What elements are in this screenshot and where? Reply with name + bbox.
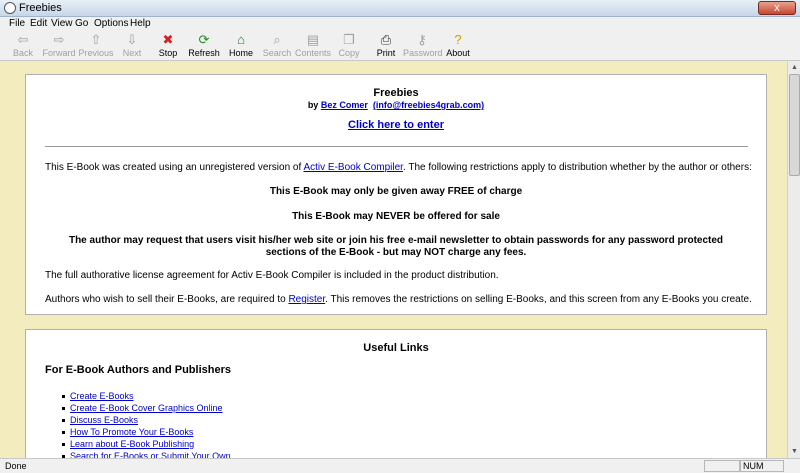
scroll-up-icon[interactable]: ▲: [789, 62, 800, 73]
toolbar-label: Copy: [338, 48, 360, 58]
restriction-panel: Freebies by Bez Comer (info@freebies4gra…: [25, 74, 767, 315]
menu-help[interactable]: Help: [130, 18, 151, 29]
links-list: Create E-Books Create E-Book Cover Graph…: [62, 390, 231, 462]
forward-arrow-icon: ⇨: [53, 32, 65, 47]
stop-button[interactable]: ✖ Stop: [149, 31, 187, 61]
compiler-link[interactable]: Activ E-Book Compiler: [303, 162, 402, 173]
window-title: Freebies: [19, 2, 62, 14]
status-text: Done: [5, 461, 27, 471]
app-icon: [4, 2, 16, 14]
restriction-passwords-line2: sections of the E-Book - but may NOT cha…: [265, 247, 527, 258]
restriction-free: This E-Book may only be given away FREE …: [269, 186, 523, 197]
link-create-ebooks[interactable]: Create E-Books: [70, 391, 134, 401]
search-icon: ⌕: [273, 32, 281, 47]
by-label: by: [307, 100, 319, 110]
key-icon: ⚷: [417, 32, 427, 47]
link-promote[interactable]: How To Promote Your E-Books: [70, 427, 193, 437]
back-button[interactable]: ⇦ Back: [4, 31, 42, 61]
toolbar-label: Print: [376, 48, 396, 58]
enter-link[interactable]: Click here to enter: [348, 119, 444, 131]
useful-links-panel: Useful Links For E-Book Authors and Publ…: [25, 329, 767, 469]
forward-button[interactable]: ⇨ Forward: [40, 31, 78, 61]
byline: by Bez Comer (info@freebies4grab.com): [26, 100, 766, 110]
status-bar: Done NUM: [0, 458, 800, 473]
book-title: Freebies: [373, 87, 419, 99]
link-discuss[interactable]: Discuss E-Books: [70, 415, 138, 425]
about-button[interactable]: ? About: [439, 31, 477, 61]
register-link[interactable]: Register: [288, 294, 325, 305]
num-lock-indicator: NUM: [743, 461, 764, 471]
toolbar-label: About: [446, 48, 470, 58]
status-cell: [704, 460, 740, 472]
sell-text: Authors who wish to sell their E-Books, …: [45, 294, 752, 305]
link-learn[interactable]: Learn about E-Book Publishing: [70, 439, 194, 449]
toolbar-label: Stop: [158, 48, 178, 58]
license-text: The full authorative license agreement f…: [45, 270, 499, 281]
copy-button[interactable]: ❐ Copy: [330, 31, 368, 61]
menu-edit[interactable]: Edit: [30, 18, 47, 29]
next-button[interactable]: ⇩ Next: [113, 31, 151, 61]
menu-go[interactable]: Go: [75, 18, 88, 29]
list-item: Discuss E-Books: [62, 414, 231, 426]
list-item: How To Promote Your E-Books: [62, 426, 231, 438]
scroll-thumb[interactable]: [789, 74, 800, 176]
refresh-icon: ⟳: [198, 32, 210, 47]
list-item: Create E-Book Cover Graphics Online: [62, 402, 231, 414]
print-button[interactable]: ⎙ Print: [367, 31, 405, 61]
stop-icon: ✖: [162, 32, 174, 47]
toolbar-label: Contents: [294, 48, 332, 58]
help-icon: ?: [454, 32, 462, 47]
scroll-down-icon[interactable]: ▼: [789, 446, 800, 457]
toolbar-label: Home: [228, 48, 253, 58]
contents-button[interactable]: ▤ Contents: [294, 31, 332, 61]
copy-icon: ❐: [343, 32, 355, 47]
title-bar: Freebies x: [0, 0, 800, 17]
restriction-passwords-line1: The author may request that users visit …: [68, 235, 724, 246]
intro-pre: This E-Book was created using an unregis…: [45, 162, 302, 173]
toolbar-label: Forward: [42, 48, 76, 58]
vertical-scrollbar[interactable]: ▲ ▼: [787, 61, 800, 458]
sell-pre: Authors who wish to sell their E-Books, …: [45, 294, 286, 305]
menu-options[interactable]: Options: [94, 18, 128, 29]
intro-post: . The following restrictions apply to di…: [402, 162, 752, 173]
menu-view[interactable]: View: [51, 18, 73, 29]
search-button[interactable]: ⌕ Search: [258, 31, 296, 61]
toolbar-label: Next: [122, 48, 142, 58]
toolbar-label: Search: [262, 48, 292, 58]
restriction-sale: This E-Book may NEVER be offered for sal…: [292, 211, 500, 222]
up-arrow-icon: ⇧: [90, 32, 102, 47]
toolbar-label: Password: [403, 48, 443, 58]
link-cover-graphics[interactable]: Create E-Book Cover Graphics Online: [70, 403, 223, 413]
email-link[interactable]: (info@freebies4grab.com): [373, 100, 484, 110]
sell-post: . This removes the restrictions on selli…: [325, 294, 752, 305]
password-button[interactable]: ⚷ Password: [403, 31, 443, 61]
back-arrow-icon: ⇦: [17, 32, 29, 47]
menu-bar: File Edit View Go Options Help: [0, 17, 800, 31]
list-item: Learn about E-Book Publishing: [62, 438, 231, 450]
printer-icon: ⎙: [380, 32, 392, 47]
toolbar: ⇦ Back ⇨ Forward ⇧ Previous ⇩ Next ✖ Stop ⟳ Re…: [0, 31, 800, 61]
useful-links-title: Useful Links: [363, 342, 429, 354]
author-link[interactable]: Bez Comer: [321, 100, 368, 110]
contents-icon: ▤: [306, 32, 320, 47]
refresh-button[interactable]: ⟳ Refresh: [185, 31, 223, 61]
previous-button[interactable]: ⇧ Previous: [77, 31, 115, 61]
home-icon: ⌂: [237, 32, 245, 47]
authors-heading: For E-Book Authors and Publishers: [45, 364, 231, 376]
list-item: Create E-Books: [62, 390, 231, 402]
close-button[interactable]: x: [758, 1, 796, 15]
toolbar-label: Previous: [78, 48, 114, 58]
home-button[interactable]: ⌂ Home: [222, 31, 260, 61]
intro-text: This E-Book was created using an unregis…: [45, 162, 752, 173]
divider: [45, 146, 748, 147]
down-arrow-icon: ⇩: [126, 32, 138, 47]
enter-line: Click here to enter: [26, 119, 766, 131]
toolbar-label: Back: [12, 48, 33, 58]
menu-file[interactable]: File: [9, 18, 25, 29]
toolbar-label: Refresh: [188, 48, 220, 58]
content-area: Freebies by Bez Comer (info@freebies4gra…: [0, 61, 800, 469]
